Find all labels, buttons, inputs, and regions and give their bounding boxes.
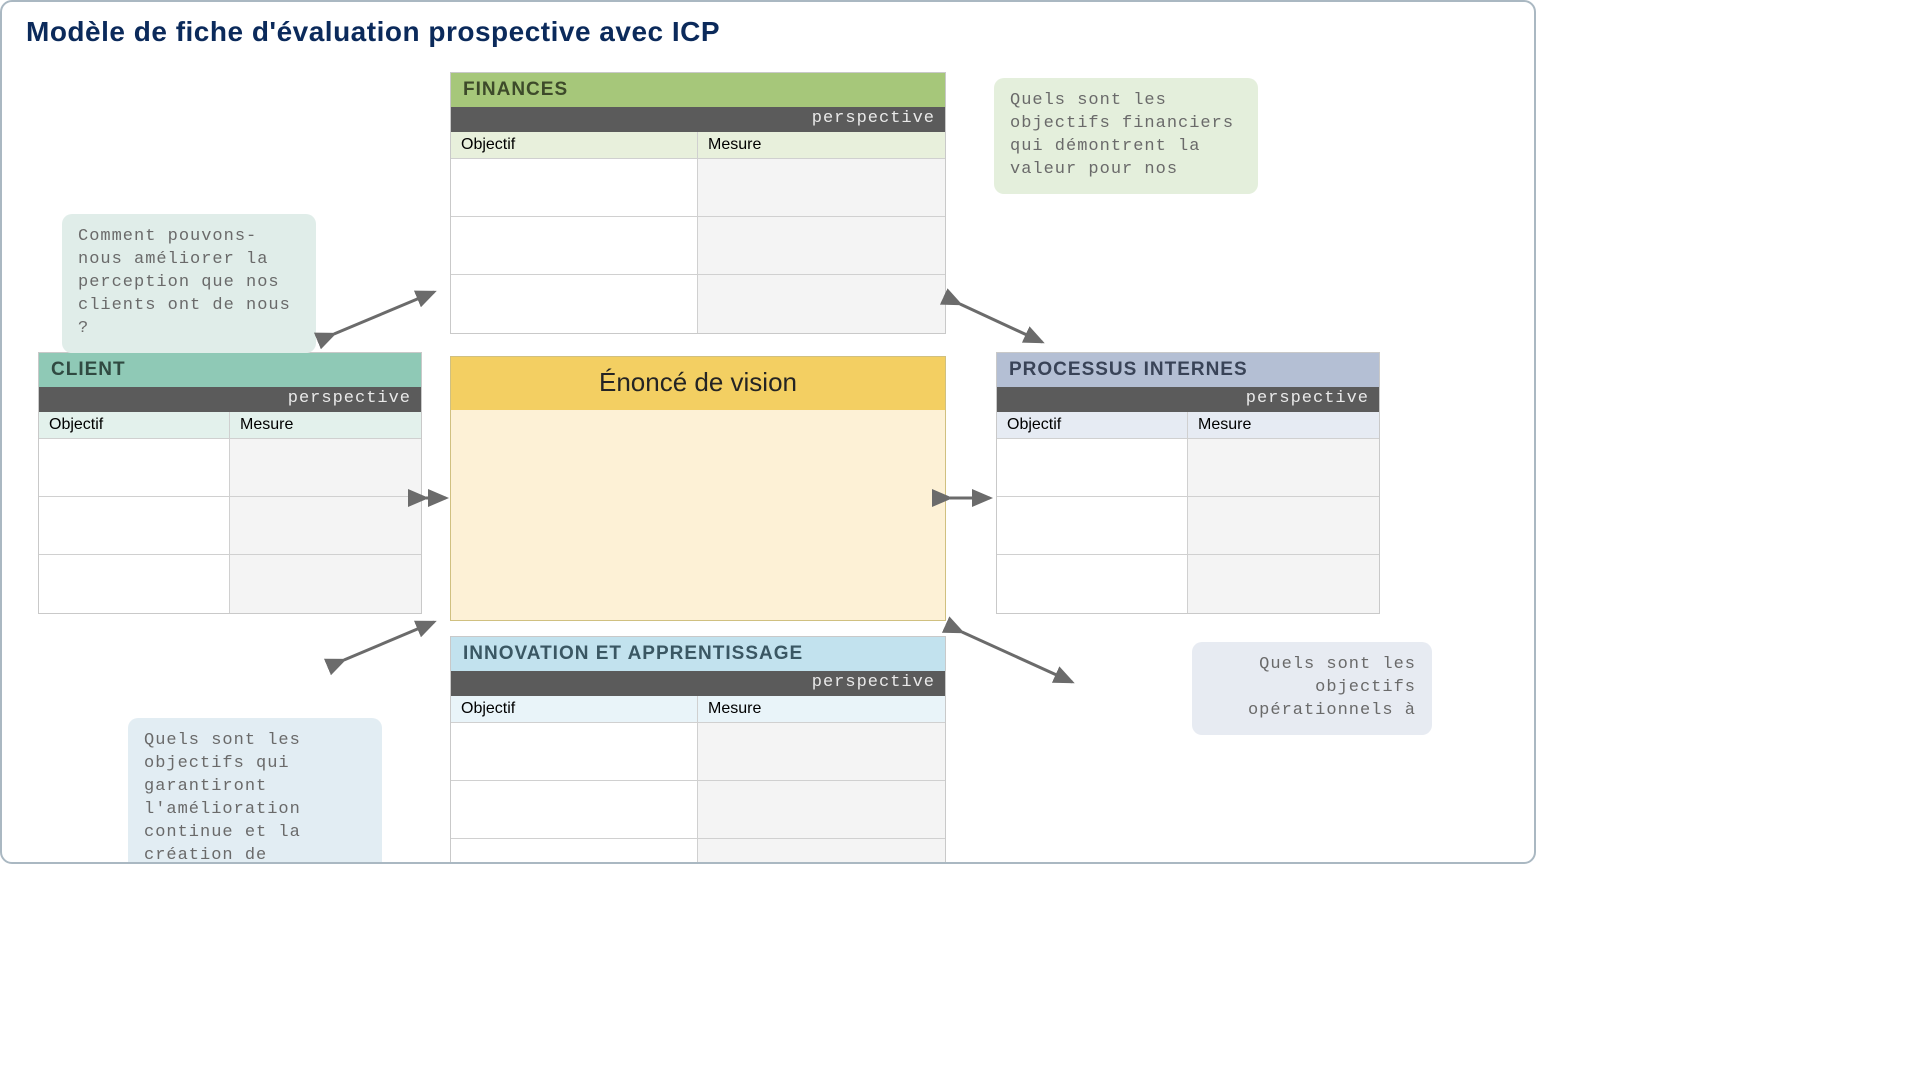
card-process-title: PROCESSUS INTERNES — [997, 353, 1379, 387]
col-measure-label: Mesure — [230, 412, 421, 439]
table-cell[interactable] — [698, 159, 945, 217]
card-client: CLIENT perspective Objectif Mesure — [38, 352, 422, 614]
card-innovation: INNOVATION ET APPRENTISSAGE perspective … — [450, 636, 946, 864]
callout-process: Quels sont les objectifs opérationnels à — [1192, 642, 1432, 735]
card-process-rows — [997, 439, 1379, 613]
table-cell[interactable] — [997, 439, 1188, 497]
col-measure-label: Mesure — [698, 132, 945, 159]
table-cell[interactable] — [1188, 555, 1379, 613]
page-title: Modèle de fiche d'évaluation prospective… — [26, 16, 720, 48]
table-cell[interactable] — [997, 497, 1188, 555]
vision-body[interactable] — [451, 410, 945, 620]
card-innovation-subtitle: perspective — [451, 671, 945, 696]
col-measure-label: Mesure — [1188, 412, 1379, 439]
card-finances: FINANCES perspective Objectif Mesure — [450, 72, 946, 334]
table-cell[interactable] — [451, 275, 698, 333]
card-client-title: CLIENT — [39, 353, 421, 387]
table-cell[interactable] — [39, 555, 230, 613]
col-objective-label: Objectif — [451, 696, 698, 723]
card-finances-title: FINANCES — [451, 73, 945, 107]
table-cell[interactable] — [230, 555, 421, 613]
card-finances-subtitle: perspective — [451, 107, 945, 132]
col-objective-label: Objectif — [451, 132, 698, 159]
arrow-icon — [334, 292, 434, 334]
table-cell[interactable] — [698, 781, 945, 839]
table-cell[interactable] — [1188, 497, 1379, 555]
table-cell[interactable] — [451, 839, 698, 864]
table-cell[interactable] — [451, 217, 698, 275]
callout-finances: Quels sont les objectifs financiers qui … — [994, 78, 1258, 194]
card-finances-rows — [451, 159, 945, 333]
callout-client: Comment pouvons-nous améliorer la percep… — [62, 214, 316, 353]
scorecard-frame: Modèle de fiche d'évaluation prospective… — [0, 0, 1536, 864]
table-cell[interactable] — [39, 439, 230, 497]
table-cell[interactable] — [230, 439, 421, 497]
callout-innovation: Quels sont les objectifs qui garantiront… — [128, 718, 382, 864]
card-innovation-title: INNOVATION ET APPRENTISSAGE — [451, 637, 945, 671]
vision-title: Énoncé de vision — [451, 357, 945, 410]
arrow-icon — [344, 622, 434, 660]
arrow-icon — [962, 632, 1072, 682]
table-cell[interactable] — [451, 723, 698, 781]
arrow-icon — [960, 304, 1042, 342]
table-cell[interactable] — [698, 723, 945, 781]
table-cell[interactable] — [451, 159, 698, 217]
table-cell[interactable] — [997, 555, 1188, 613]
card-process: PROCESSUS INTERNES perspective Objectif … — [996, 352, 1380, 614]
card-process-subtitle: perspective — [997, 387, 1379, 412]
card-client-subtitle: perspective — [39, 387, 421, 412]
col-measure-label: Mesure — [698, 696, 945, 723]
card-client-rows — [39, 439, 421, 613]
table-cell[interactable] — [1188, 439, 1379, 497]
table-cell[interactable] — [230, 497, 421, 555]
card-innovation-rows — [451, 723, 945, 864]
col-objective-label: Objectif — [997, 412, 1188, 439]
table-cell[interactable] — [451, 781, 698, 839]
vision-box: Énoncé de vision — [450, 356, 946, 621]
col-objective-label: Objectif — [39, 412, 230, 439]
table-cell[interactable] — [698, 275, 945, 333]
table-cell[interactable] — [698, 839, 945, 864]
table-cell[interactable] — [698, 217, 945, 275]
table-cell[interactable] — [39, 497, 230, 555]
